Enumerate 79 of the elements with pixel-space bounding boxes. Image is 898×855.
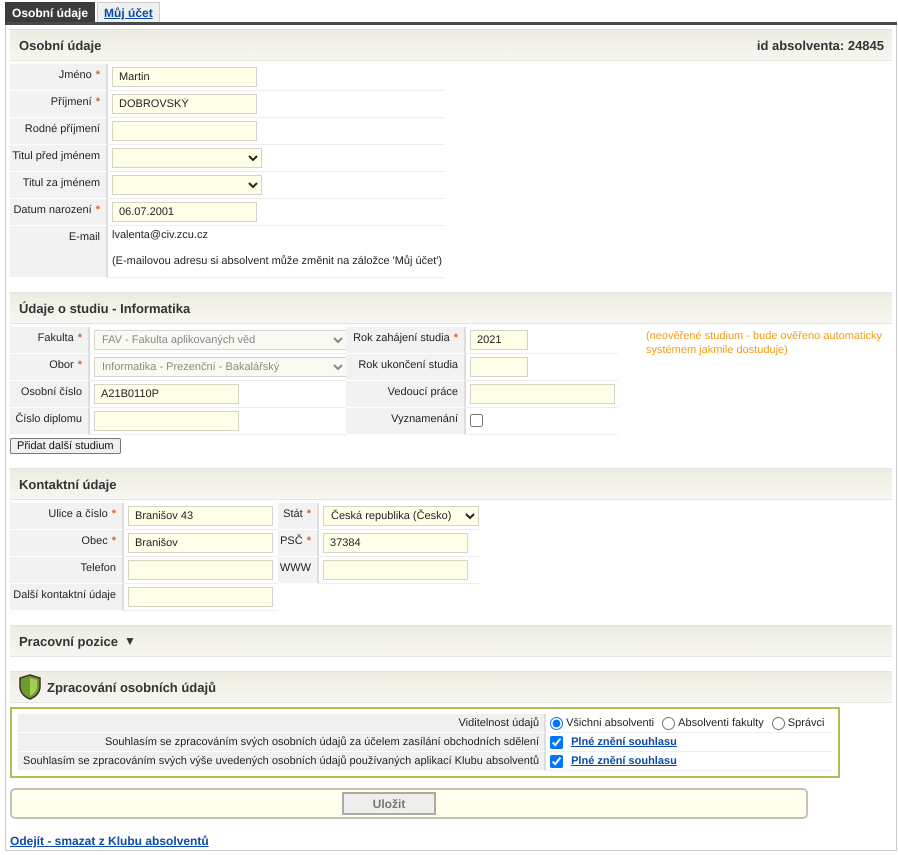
- student-id: id absolventa: 24845: [756, 38, 884, 52]
- field-label: Jméno: [58, 69, 92, 81]
- section-title: Osobní údaje: [19, 38, 102, 52]
- required-mark: *: [96, 69, 100, 81]
- text-input[interactable]: 37384: [323, 533, 468, 553]
- field-label: Příjmení: [50, 96, 92, 108]
- dropdown[interactable]: [112, 175, 262, 195]
- text-input[interactable]: A21B0110P: [94, 384, 239, 404]
- field-label: Titul před jménem: [12, 150, 100, 162]
- radio-button[interactable]: [550, 716, 564, 730]
- field-label: Telefon: [80, 562, 116, 574]
- note-text: (E-mailovou adresu si absolvent může změnit na záložce 'Můj účet'): [112, 255, 441, 267]
- text-input[interactable]: Branišov 43: [128, 506, 273, 526]
- text-input[interactable]: [94, 411, 239, 431]
- shield-icon: [19, 674, 41, 700]
- field-label: Titul za jménem: [22, 177, 100, 189]
- field-label: Datum narození: [13, 204, 92, 216]
- consent-link[interactable]: Plné znění souhlasu: [571, 736, 677, 748]
- radio-label[interactable]: Absolventi fakulty: [678, 717, 764, 729]
- required-mark: *: [78, 359, 82, 371]
- field-label: Vedoucí práce: [388, 386, 458, 398]
- field-label: Obor: [49, 359, 74, 371]
- text-input[interactable]: 2021: [470, 330, 528, 350]
- text-input[interactable]: [112, 121, 257, 141]
- required-mark: *: [96, 96, 100, 108]
- add-study-button[interactable]: Přidat další studium: [10, 438, 121, 454]
- section-title: Údaje o studiu - Informatika: [19, 300, 190, 316]
- field-label: Osobní číslo: [20, 386, 82, 398]
- radio-label[interactable]: Všichni absolventi: [566, 717, 654, 729]
- field-label: Fakulta: [38, 332, 74, 344]
- study-note: (neověřené studium - bude ověřeno automaticky systémem jakmile dostuduje): [646, 329, 884, 357]
- dropdown[interactable]: [112, 148, 262, 168]
- required-mark: *: [96, 204, 100, 216]
- required-mark: *: [78, 332, 82, 344]
- dropdown[interactable]: Česká republika (Česko): [323, 506, 479, 526]
- save-button[interactable]: Uložit: [342, 792, 436, 815]
- radio-button[interactable]: [662, 716, 676, 730]
- leave-link[interactable]: Odejít - smazat z Klubu absolventů: [10, 834, 209, 848]
- required-mark: *: [454, 332, 458, 344]
- section-title: Pracovní pozice: [19, 634, 118, 648]
- required-mark: *: [306, 535, 311, 547]
- field-label: Číslo diplomu: [15, 413, 82, 425]
- field-label: Rok ukončení studia: [358, 359, 458, 371]
- tab[interactable]: Můj účet: [97, 2, 160, 22]
- field-label: PSČ: [280, 535, 303, 547]
- field-label: Obec: [81, 535, 108, 547]
- radio-label[interactable]: Správci: [788, 717, 824, 729]
- text-input[interactable]: [323, 560, 468, 580]
- consent-link[interactable]: Plné znění souhlasu: [571, 755, 677, 767]
- visibility-label: Viditelnost údajů: [18, 714, 546, 733]
- consent-label: Souhlasím se zpracováním svých osobních údajů za účelem zasílání obchodních sdělení: [18, 733, 546, 752]
- required-mark: *: [112, 535, 116, 547]
- text-input[interactable]: [128, 587, 273, 607]
- text-input[interactable]: Martin: [112, 67, 257, 87]
- field-label: E-mail: [68, 231, 100, 243]
- text-input[interactable]: 06.07.2001: [112, 202, 257, 222]
- text-input[interactable]: [470, 357, 528, 377]
- checkbox[interactable]: [470, 414, 483, 427]
- required-mark: *: [112, 508, 116, 520]
- section-title: Zpracování osobních údajů: [47, 680, 216, 694]
- field-label: Stát: [283, 508, 303, 520]
- field-label: Rodné příjmení: [24, 123, 100, 135]
- consent-label: Souhlasím se zpracováním svých výše uvedených osobních údajů používaných aplikací Klubu absolventů: [18, 752, 546, 771]
- email-text: lvalenta@civ.zcu.cz: [112, 229, 209, 241]
- required-mark: *: [306, 508, 311, 520]
- checkbox[interactable]: [550, 736, 564, 748]
- field-label: Rok zahájení studia: [353, 332, 450, 344]
- section-title: Kontaktní údaje: [19, 476, 117, 492]
- field-label: WWW: [280, 562, 311, 574]
- tab[interactable]: Osobní údaje: [5, 2, 96, 22]
- field-label: Další kontaktní údaje: [13, 589, 116, 601]
- text-input[interactable]: Branišov: [128, 533, 273, 553]
- expand-toggle[interactable]: ▼: [124, 634, 136, 648]
- radio-button[interactable]: [772, 716, 785, 730]
- checkbox[interactable]: [550, 754, 564, 768]
- field-label: Ulice a číslo: [48, 508, 108, 520]
- field-label: Vyznamenání: [391, 413, 458, 425]
- text-input[interactable]: [128, 560, 273, 580]
- text-input[interactable]: [470, 384, 615, 404]
